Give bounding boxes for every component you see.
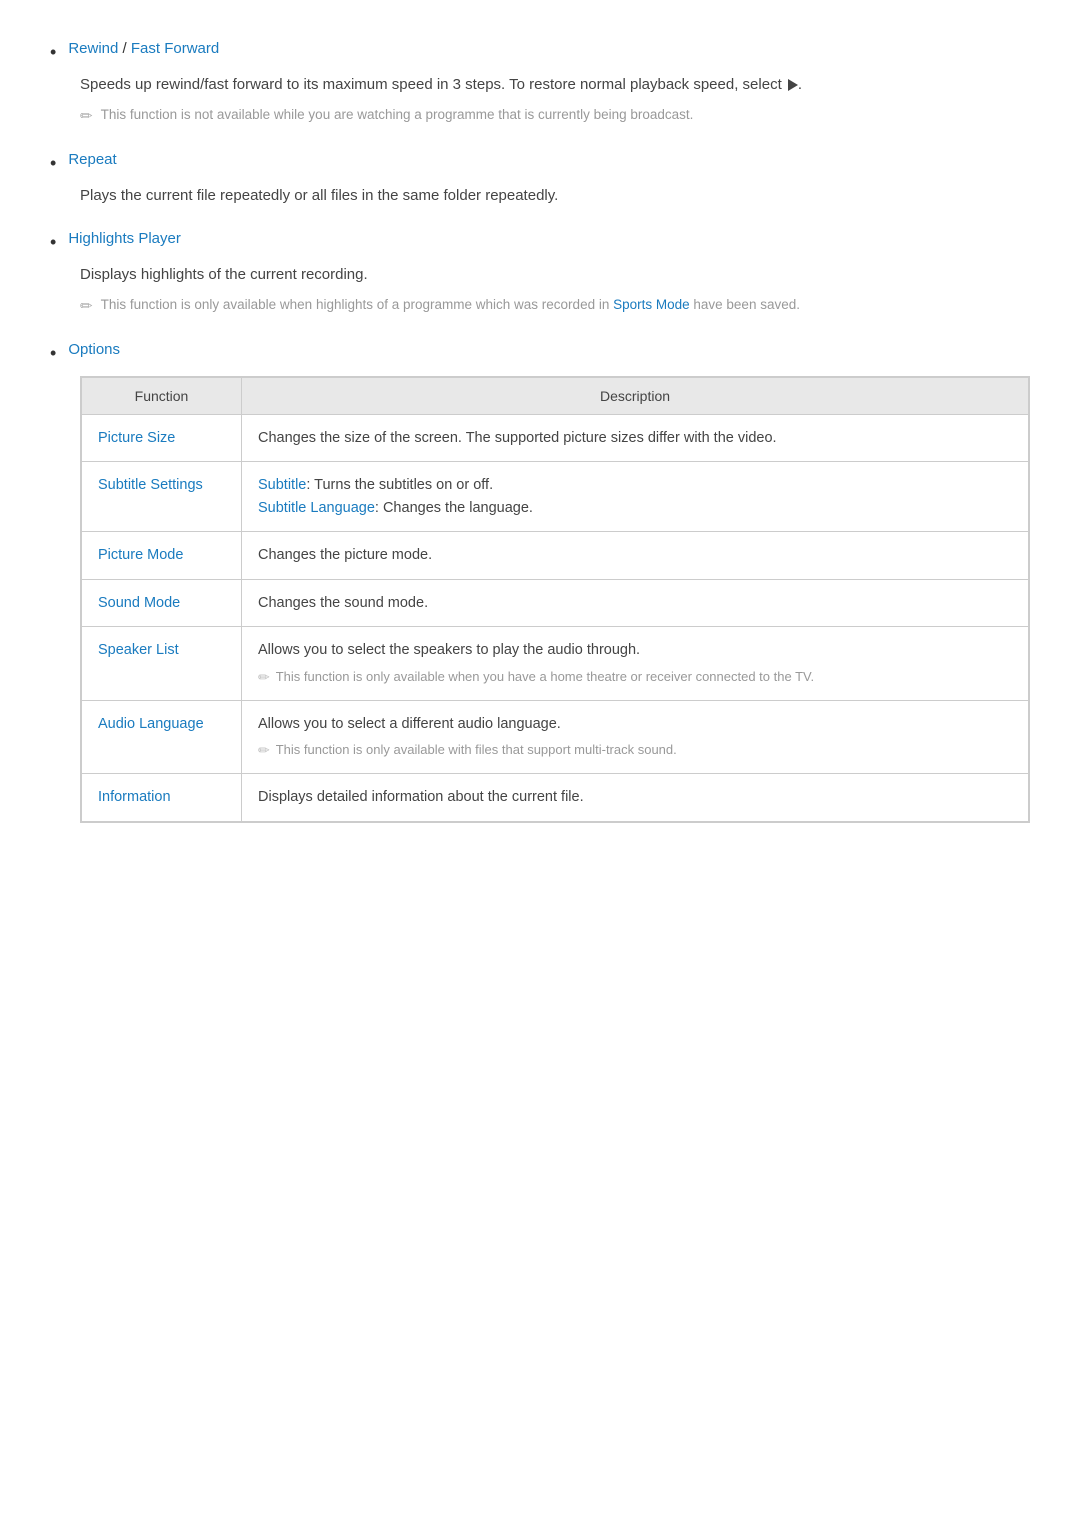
table-cell-function: Picture Mode xyxy=(82,532,242,579)
audio-language-note: ✏ This function is only available with f… xyxy=(258,740,1012,761)
bullet-dot-options: • xyxy=(50,341,56,366)
link-subtitle-language[interactable]: Subtitle Language xyxy=(258,500,375,516)
table-cell-description: Allows you to select the speakers to pla… xyxy=(242,627,1029,700)
note-text-highlights: This function is only available when hig… xyxy=(101,295,800,315)
link-repeat[interactable]: Repeat xyxy=(68,151,116,168)
options-table-wrapper: Function Description Picture Size Change… xyxy=(80,376,1030,823)
description-repeat: Plays the current file repeatedly or all… xyxy=(80,184,1030,208)
cell-note-pencil-icon-audio: ✏ xyxy=(258,740,270,761)
table-cell-function: Sound Mode xyxy=(82,579,242,626)
note-pencil-icon-highlights: ✏ xyxy=(80,296,93,319)
play-icon xyxy=(788,79,798,91)
link-rewind[interactable]: Rewind xyxy=(68,40,118,57)
table-cell-description: Changes the size of the screen. The supp… xyxy=(242,414,1029,461)
link-sports-mode[interactable]: Sports Mode xyxy=(613,297,690,312)
note-rewind: ✏ This function is not available while y… xyxy=(80,105,1030,129)
bullet-repeat: • Repeat xyxy=(50,151,1030,176)
speaker-list-desc: Allows you to select the speakers to pla… xyxy=(258,639,1012,661)
subtitle-desc-line2: Subtitle Language: Changes the language. xyxy=(258,500,533,516)
table-cell-description: Subtitle: Turns the subtitles on or off.… xyxy=(242,462,1029,532)
note-text-rewind: This function is not available while you… xyxy=(101,105,694,125)
bullet-rewind-fastforward: • Rewind / Fast Forward xyxy=(50,40,1030,65)
table-cell-description: Allows you to select a different audio l… xyxy=(242,700,1029,773)
link-picture-size[interactable]: Picture Size xyxy=(98,430,175,446)
section-rewind-fastforward: • Rewind / Fast Forward Speeds up rewind… xyxy=(50,40,1030,129)
link-highlights-player[interactable]: Highlights Player xyxy=(68,230,181,247)
link-subtitle-settings[interactable]: Subtitle Settings xyxy=(98,477,203,493)
link-options[interactable]: Options xyxy=(68,341,120,358)
section-highlights-player: • Highlights Player Displays highlights … xyxy=(50,230,1030,319)
table-cell-description: Changes the sound mode. xyxy=(242,579,1029,626)
bullet-dot-highlights: • xyxy=(50,230,56,255)
description-highlights: Displays highlights of the current recor… xyxy=(80,263,1030,287)
col-header-function: Function xyxy=(82,377,242,414)
section-options: • Options Function Description Picture S… xyxy=(50,341,1030,823)
subtitle-desc-line1: Subtitle: Turns the subtitles on or off. xyxy=(258,477,493,493)
col-header-description: Description xyxy=(242,377,1029,414)
table-row: Speaker List Allows you to select the sp… xyxy=(82,627,1029,700)
note-highlights: ✏ This function is only available when h… xyxy=(80,295,1030,319)
cell-note-pencil-icon: ✏ xyxy=(258,667,270,688)
options-table: Function Description Picture Size Change… xyxy=(81,377,1029,822)
table-cell-description: Displays detailed information about the … xyxy=(242,774,1029,821)
table-row: Picture Size Changes the size of the scr… xyxy=(82,414,1029,461)
bullet-dot-repeat: • xyxy=(50,151,56,176)
table-row: Audio Language Allows you to select a di… xyxy=(82,700,1029,773)
audio-language-desc: Allows you to select a different audio l… xyxy=(258,713,1012,735)
link-subtitle[interactable]: Subtitle xyxy=(258,477,306,493)
table-row: Picture Mode Changes the picture mode. xyxy=(82,532,1029,579)
section-repeat: • Repeat Plays the current file repeated… xyxy=(50,151,1030,208)
link-information[interactable]: Information xyxy=(98,789,171,805)
link-speaker-list[interactable]: Speaker List xyxy=(98,642,179,658)
bullet-options: • Options xyxy=(50,341,1030,366)
table-row: Information Displays detailed informatio… xyxy=(82,774,1029,821)
table-cell-function: Speaker List xyxy=(82,627,242,700)
table-cell-function: Information xyxy=(82,774,242,821)
link-sound-mode[interactable]: Sound Mode xyxy=(98,595,180,611)
link-fastforward[interactable]: Fast Forward xyxy=(131,40,219,57)
speaker-list-note-text: This function is only available when you… xyxy=(276,667,814,687)
table-cell-function: Audio Language xyxy=(82,700,242,773)
table-cell-function: Picture Size xyxy=(82,414,242,461)
speaker-list-note: ✏ This function is only available when y… xyxy=(258,667,1012,688)
table-header-row: Function Description xyxy=(82,377,1029,414)
description-rewind: Speeds up rewind/fast forward to its max… xyxy=(80,73,1030,97)
note-pencil-icon: ✏ xyxy=(80,106,93,129)
separator: / xyxy=(123,40,131,57)
table-cell-function: Subtitle Settings xyxy=(82,462,242,532)
table-cell-description: Changes the picture mode. xyxy=(242,532,1029,579)
link-picture-mode[interactable]: Picture Mode xyxy=(98,547,183,563)
bullet-highlights-player: • Highlights Player xyxy=(50,230,1030,255)
bullet-dot: • xyxy=(50,40,56,65)
table-row: Subtitle Settings Subtitle: Turns the su… xyxy=(82,462,1029,532)
heading-rewind-fastforward: Rewind / Fast Forward xyxy=(68,40,219,57)
link-audio-language[interactable]: Audio Language xyxy=(98,716,204,732)
audio-language-note-text: This function is only available with fil… xyxy=(276,740,677,760)
table-row: Sound Mode Changes the sound mode. xyxy=(82,579,1029,626)
